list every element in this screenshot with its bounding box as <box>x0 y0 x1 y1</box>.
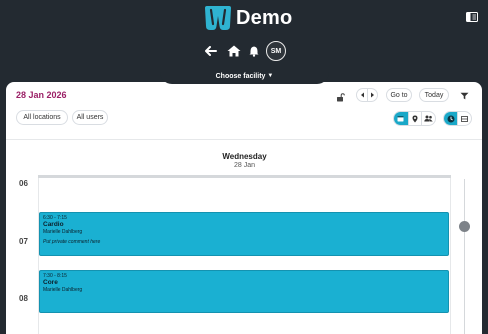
event-instructor: Marielle Dahlberg <box>43 287 83 293</box>
hour-label: 06 <box>19 179 28 188</box>
brand-logo[interactable]: Demo <box>202 4 292 32</box>
zoom-slider-thumb[interactable] <box>459 221 470 232</box>
notifications-button[interactable] <box>248 41 260 61</box>
all-users-filter[interactable]: All users <box>72 110 108 125</box>
caret-down-icon: ▼ <box>267 73 274 79</box>
chevron-right-icon <box>371 92 374 98</box>
view-calendar-option[interactable] <box>394 112 408 125</box>
brand-name: Demo <box>236 6 293 29</box>
calendar-panel: 28 Jan 2026 Go to Today All locations Al… <box>6 82 482 334</box>
previous-day-button[interactable] <box>357 89 367 101</box>
choose-facility-dropdown[interactable]: Choose facility ▼ <box>160 68 329 84</box>
day-column-header[interactable]: Wednesday 28 Jan <box>38 144 451 178</box>
map-pin-icon <box>412 115 418 122</box>
home-button[interactable] <box>226 41 242 61</box>
zoom-slider-track[interactable] <box>464 179 465 334</box>
unlock-icon <box>336 92 345 101</box>
back-button[interactable] <box>204 41 218 61</box>
page-title[interactable]: 28 Jan 2026 <box>16 90 67 100</box>
home-icon <box>227 45 241 57</box>
calendar-user-icon <box>397 116 404 122</box>
go-to-button[interactable]: Go to <box>386 88 412 102</box>
today-button[interactable]: Today <box>419 88 449 102</box>
brand-logo-icon <box>205 6 231 30</box>
toolbar-divider <box>6 139 482 140</box>
view-users-option[interactable] <box>421 112 435 125</box>
view-mode-toggle <box>393 111 436 126</box>
calendar-event[interactable]: 7:30 - 8:15 Core Marielle Dahlberg <box>39 270 449 313</box>
day-date: 28 Jan <box>233 162 256 169</box>
event-title: Cardio <box>43 221 64 228</box>
main-nav <box>0 41 488 61</box>
event-title: Core <box>43 279 58 286</box>
event-comment: Put private comment here <box>43 239 101 245</box>
facility-label: Choose facility <box>215 72 266 80</box>
view-location-option[interactable] <box>407 112 422 125</box>
clock-icon <box>447 115 455 122</box>
bell-icon <box>249 46 259 57</box>
filter-button[interactable] <box>458 89 470 103</box>
hour-label: 07 <box>19 237 28 246</box>
next-day-button[interactable] <box>367 89 377 101</box>
lock-button[interactable] <box>333 90 347 104</box>
list-view-option[interactable] <box>457 112 471 125</box>
sidebar-toggle-icon[interactable] <box>466 12 478 22</box>
arrow-left-icon <box>205 46 217 56</box>
calendar-event[interactable]: 6:30 - 7:15 Cardio Marielle Dahlberg Put… <box>39 212 449 256</box>
hour-label: 08 <box>19 294 28 303</box>
display-mode-toggle <box>443 111 472 126</box>
user-avatar[interactable]: SM <box>266 41 286 61</box>
chevron-left-icon <box>360 92 364 98</box>
day-name: Wednesday <box>222 152 267 161</box>
date-navigation <box>356 88 378 102</box>
event-instructor: Marielle Dahlberg <box>43 229 83 235</box>
time-view-option[interactable] <box>444 112 458 125</box>
list-icon <box>461 115 469 122</box>
users-icon <box>424 115 433 122</box>
filter-icon <box>460 92 468 100</box>
all-locations-filter[interactable]: All locations <box>16 110 68 125</box>
column-border-right <box>450 178 451 334</box>
